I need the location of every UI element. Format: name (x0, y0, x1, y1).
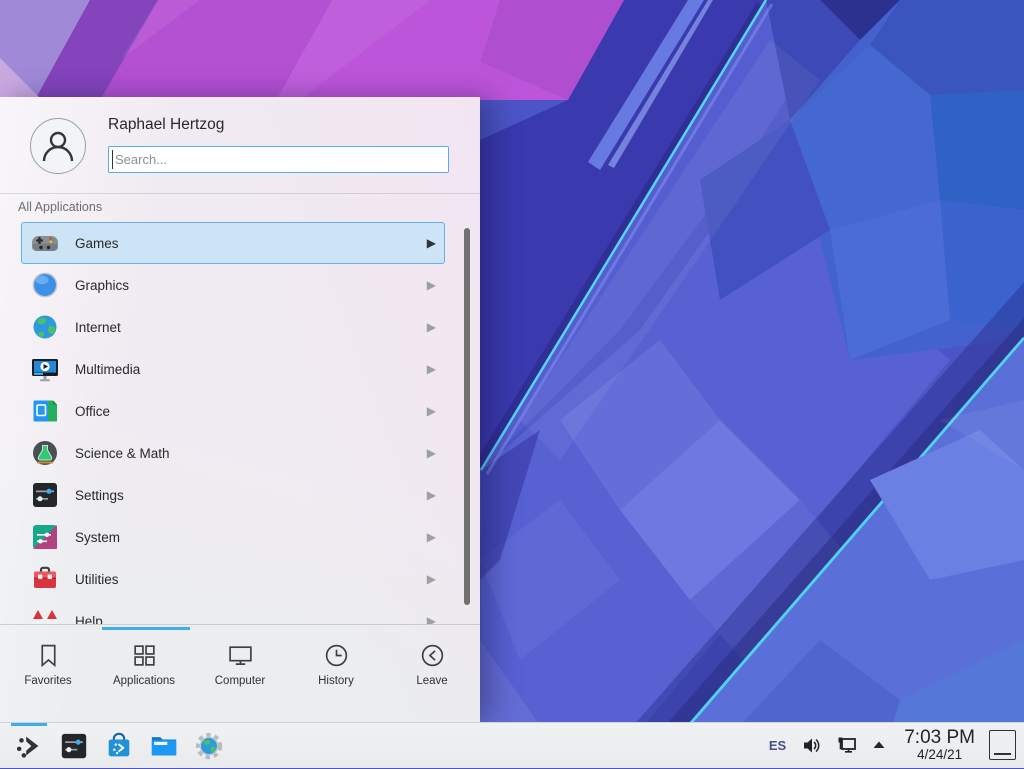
tab-applications[interactable]: Applications (96, 625, 192, 687)
category-list: Games ▶ Graphics ▶ Internet ▶ (0, 222, 480, 624)
active-task-indicator (11, 723, 47, 726)
grid-icon (131, 642, 158, 669)
category-utilities[interactable]: Utilities ▶ (21, 558, 445, 600)
category-label: Internet (75, 320, 121, 335)
launcher-tab-bar: Favorites Applications Computer (0, 624, 480, 723)
volume-icon[interactable] (801, 735, 822, 756)
submenu-arrow-icon: ▶ (427, 446, 444, 460)
toolbox-icon (29, 563, 61, 595)
dolphin-button[interactable] (141, 723, 186, 769)
tab-label: Favorites (24, 675, 71, 687)
category-graphics[interactable]: Graphics ▶ (21, 264, 445, 306)
leave-icon (419, 642, 446, 669)
tab-label: Applications (113, 675, 175, 687)
digital-clock[interactable]: 7:03 PM 4/24/21 (904, 728, 975, 762)
tab-favorites[interactable]: Favorites (0, 625, 96, 687)
application-launcher-menu: Raphael Hertzog All Applications Games ▶ (0, 97, 480, 722)
submenu-arrow-icon: ▶ (427, 404, 444, 418)
sliders-icon (29, 479, 61, 511)
lifebuoy-icon (29, 605, 61, 624)
category-label: System (75, 530, 120, 545)
monitor-icon (227, 642, 254, 669)
category-office[interactable]: Office ▶ (21, 390, 445, 432)
category-label: Graphics (75, 278, 129, 293)
sphere-icon (29, 269, 61, 301)
system-settings-button[interactable] (51, 723, 96, 769)
divider (0, 193, 480, 194)
globe-gear-icon (194, 731, 224, 761)
category-settings[interactable]: Settings ▶ (21, 474, 445, 516)
system-icon (29, 521, 61, 553)
submenu-arrow-icon: ▶ (427, 320, 444, 334)
category-science-math[interactable]: Science & Math ▶ (21, 432, 445, 474)
text-caret (112, 150, 113, 169)
tab-computer[interactable]: Computer (192, 625, 288, 687)
kickoff-icon (14, 731, 44, 761)
globe-icon (29, 311, 61, 343)
scrollbar-thumb[interactable] (464, 228, 470, 605)
user-name: Raphael Hertzog (108, 116, 224, 134)
clock-date: 4/24/21 (917, 748, 962, 762)
search-input[interactable] (108, 146, 449, 173)
bookmark-icon (35, 642, 62, 669)
submenu-arrow-icon: ▶ (427, 362, 444, 376)
category-system[interactable]: System ▶ (21, 516, 445, 558)
category-label: Office (75, 404, 110, 419)
clock-time: 7:03 PM (904, 728, 975, 748)
submenu-arrow-icon: ▶ (427, 572, 444, 586)
category-internet[interactable]: Internet ▶ (21, 306, 445, 348)
taskbar-panel: ES 7:03 PM 4/24/21 (0, 722, 1024, 768)
folder-icon (149, 731, 179, 761)
category-help[interactable]: Help ▶ (21, 600, 445, 624)
tab-history[interactable]: History (288, 625, 384, 687)
submenu-arrow-icon: ▶ (427, 614, 444, 624)
tab-label: Leave (416, 675, 447, 687)
clock-icon (323, 642, 350, 669)
gamepad-icon (29, 227, 61, 259)
show-desktop-button[interactable] (989, 730, 1016, 760)
tab-label: History (318, 675, 354, 687)
document-icon (29, 395, 61, 427)
konqueror-button[interactable] (186, 723, 231, 769)
submenu-arrow-icon: ▶ (427, 488, 444, 502)
active-tab-indicator (102, 627, 190, 630)
keyboard-layout-indicator[interactable]: ES (769, 738, 786, 753)
discover-button[interactable] (96, 723, 141, 769)
network-icon[interactable] (835, 734, 858, 757)
system-tray: ES 7:03 PM 4/24/21 (769, 728, 1018, 762)
category-label: Settings (75, 488, 124, 503)
submenu-arrow-icon: ▶ (427, 278, 444, 292)
category-games[interactable]: Games ▶ (21, 222, 445, 264)
category-label: Utilities (75, 572, 119, 587)
category-label: Games (75, 236, 119, 251)
category-label: Science & Math (75, 446, 170, 461)
submenu-arrow-icon: ▶ (427, 530, 444, 544)
category-label: Multimedia (75, 362, 140, 377)
category-label: Help (75, 614, 103, 625)
section-label: All Applications (18, 200, 102, 214)
tab-label: Computer (215, 675, 266, 687)
launcher-header: Raphael Hertzog (0, 97, 480, 193)
discover-icon (104, 731, 134, 761)
user-avatar-icon[interactable] (30, 118, 86, 174)
media-icon (29, 353, 61, 385)
submenu-arrow-icon: ▶ (427, 236, 444, 250)
category-multimedia[interactable]: Multimedia ▶ (21, 348, 445, 390)
flask-icon (29, 437, 61, 469)
expand-tray-icon[interactable] (871, 737, 887, 753)
app-launcher-button[interactable] (6, 723, 51, 769)
tab-leave[interactable]: Leave (384, 625, 480, 687)
system-settings-icon (59, 731, 89, 761)
